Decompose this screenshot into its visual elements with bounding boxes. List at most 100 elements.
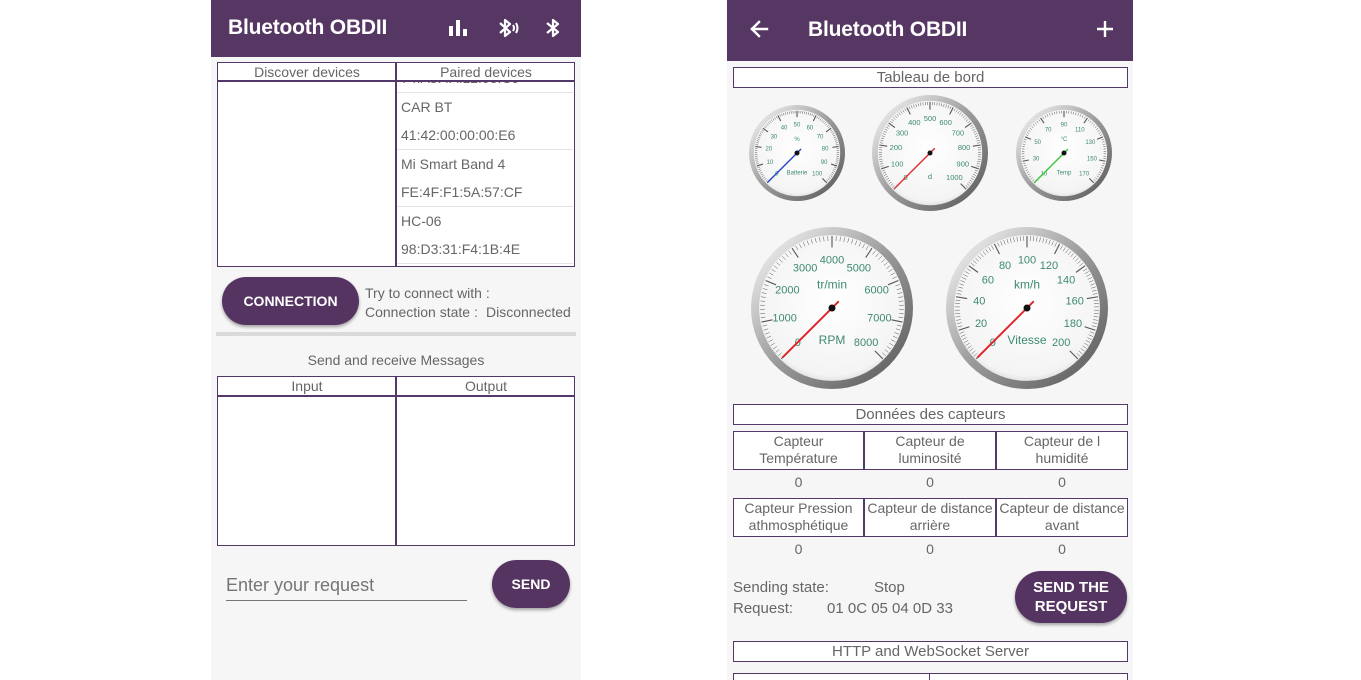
messages-title: Send and receive Messages (307, 352, 485, 368)
server-info-box (733, 673, 1128, 680)
output-header: Output (464, 378, 508, 394)
gauge-tick-label: 60 (807, 126, 814, 132)
gauge-tick-label: 400 (908, 118, 921, 127)
gauge-unit: % (794, 137, 800, 143)
sending-state-value: Stop (874, 579, 905, 596)
send-request-button[interactable]: SEND THE REQUEST (1015, 571, 1127, 623)
bluetooth-icon[interactable] (544, 16, 564, 40)
gauge-tick-label: 70 (1045, 127, 1052, 133)
gauge-tick-label: 140 (1057, 274, 1075, 286)
gauge-tick-label: 900 (957, 159, 970, 168)
list-item[interactable]: HC-06 98:D3:31:F4:1B:4E (397, 207, 573, 264)
back-arrow-icon[interactable] (749, 19, 769, 39)
gauge-tick-label: 110 (1075, 127, 1085, 133)
device-name: Mi Smart Band 4 (401, 156, 506, 172)
sensor-luminosity-label: Capteur de luminosité (864, 431, 996, 470)
input-area[interactable] (218, 397, 395, 545)
gauge-tick-label: 170 (1079, 171, 1090, 177)
device-address: FE:4F:F1:5A:57:CF (401, 184, 523, 200)
sensor-front-distance-label: Capteur de distance avant (996, 498, 1128, 537)
sensor-humidity-value: 0 (1058, 474, 1066, 490)
gauge-tick-label: 800 (958, 143, 971, 152)
sending-state-label: Sending state: (733, 579, 829, 596)
gauge-pivot (1061, 150, 1067, 156)
bluetooth-searching-icon[interactable] (496, 16, 520, 40)
gauge-tick-label: 50 (794, 123, 801, 129)
gauge-label: d (928, 172, 932, 181)
gauge-tick-label: 10 (767, 160, 774, 166)
rpm-gauge: 010002000300040005000600070008000tr/minR… (751, 227, 913, 389)
gauge-unit: tr/min (817, 277, 847, 291)
list-item[interactable]: 74:A3:4A:12:98:C9 (397, 82, 573, 93)
tab-paired-devices[interactable]: Paired devices (397, 64, 575, 80)
gauge-unit: °C (1061, 137, 1068, 143)
gauge-pivot (794, 150, 800, 156)
gauge-pivot (927, 150, 933, 156)
sensor-temperature-value: 0 (794, 474, 803, 490)
send-button[interactable]: SEND (492, 560, 570, 608)
battery-gauge: 0102030405060708090100%Batterie (749, 105, 845, 201)
gauge-tick-label: 30 (1033, 157, 1040, 163)
input-header: Input (291, 378, 323, 394)
gauge-tick-label: 600 (939, 118, 952, 127)
gauge-tick-label: 20 (766, 147, 773, 153)
gauge-tick-label: 40 (973, 295, 985, 307)
gauge-tick-label: 3000 (793, 263, 817, 275)
gauge-tick-label: 80 (999, 260, 1011, 272)
request-input[interactable] (226, 570, 467, 601)
gauge-tick-label: 100 (812, 171, 823, 177)
connection-state-value: Disconnected (486, 304, 571, 320)
sensor-pressure-value: 0 (794, 541, 803, 557)
sensor-humidity-label: Capteur de l humidité (996, 431, 1128, 470)
device-address: 74:A3:4A:12:98:C9 (397, 82, 573, 92)
gauge-tick-label: 50 (1034, 140, 1041, 146)
gauge-tick-label: 30 (771, 134, 778, 140)
gauge-tick-label: 120 (1040, 260, 1058, 272)
gauge-tick-label: 300 (896, 128, 909, 137)
gauge-tick-label: 8000 (854, 337, 878, 349)
request-value: 01 0C 05 04 0D 33 (827, 600, 953, 617)
sensor-rear-distance-value: 0 (926, 541, 934, 557)
sensor-front-distance-value: 0 (1058, 541, 1066, 557)
gauge-tick-label: 20 (975, 318, 987, 330)
gauge-tick-label: 90 (821, 160, 828, 166)
gauge-tick-label: 2000 (775, 284, 799, 296)
output-area (397, 397, 574, 545)
gauge-tick-label: 100 (891, 159, 904, 168)
list-item[interactable]: Mi Smart Band 4 FE:4F:F1:5A:57:CF (397, 150, 573, 207)
device-address: 41:42:00:00:00:E6 (401, 127, 516, 143)
gauge-tick-label: 1000 (772, 312, 796, 324)
gauge-tick-label: 60 (982, 274, 994, 286)
gauge-tick-label: 700 (952, 128, 965, 137)
gauge-label: RPM (819, 333, 846, 347)
tab-discover-devices[interactable]: Discover devices (217, 64, 397, 80)
gauge-tick-label: 6000 (864, 284, 888, 296)
speed-gauge: 020406080100120140160180200km/hVitesse (946, 227, 1108, 389)
gauge-tick-label: 200 (1052, 337, 1070, 349)
gauge-tick-label: 200 (890, 143, 903, 152)
temperature-gauge: 1030507090110130150170°CTemp (1016, 105, 1112, 201)
sensor-luminosity-value: 0 (926, 474, 934, 490)
gauge-label: Temp (1057, 171, 1072, 177)
device-address: 98:D3:31:F4:1B:4E (401, 241, 521, 257)
list-item[interactable]: CAR BT 41:42:00:00:00:E6 (397, 93, 573, 150)
column-divider (929, 673, 930, 680)
bar-chart-icon[interactable] (448, 19, 468, 37)
sensors-title: Données des capteurs (855, 406, 1006, 423)
gauge-tick-label: 5000 (847, 263, 871, 275)
app-title: Bluetooth OBDII (808, 18, 968, 41)
left-screen: Bluetooth OBDII Discover devices Paired … (211, 0, 581, 680)
gauge-label: Vitesse (1007, 333, 1046, 347)
connection-button[interactable]: CONNECTION (222, 277, 359, 325)
gauge-tick-label: 4000 (820, 255, 844, 267)
gauge-pivot (828, 304, 836, 312)
distance-gauge: 01002003004005006007008009001000d (872, 95, 988, 211)
gauge-tick-label: 180 (1064, 318, 1082, 330)
add-icon[interactable] (1096, 20, 1114, 38)
gauge-tick-label: 1000 (946, 173, 963, 182)
server-title: HTTP and WebSocket Server (831, 643, 1030, 660)
gauge-tick-label: 500 (924, 114, 937, 123)
sensor-rear-distance-label: Capteur de distance arrière (864, 498, 996, 537)
paired-devices-list[interactable]: 74:A3:4A:12:98:C9 CAR BT 41:42:00:00:00:… (397, 82, 573, 266)
try-connect-label: Try to connect with : (365, 285, 490, 301)
